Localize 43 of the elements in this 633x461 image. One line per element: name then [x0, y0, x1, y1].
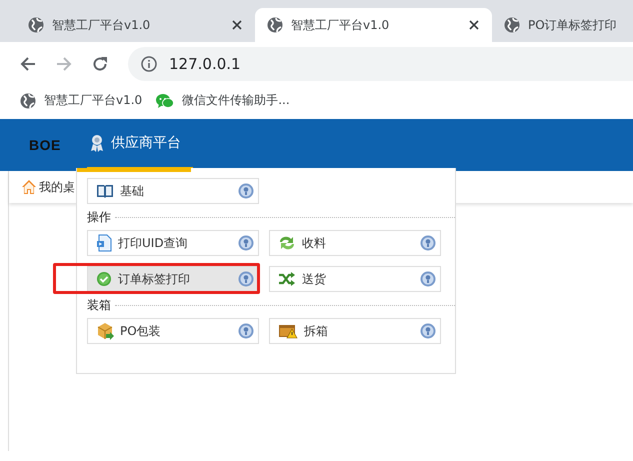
menu-item[interactable]: 收料: [269, 230, 441, 256]
address-bar[interactable]: 127.0.0.1: [128, 46, 633, 80]
refresh-icon: [278, 235, 296, 251]
check-icon: [96, 271, 112, 287]
section-heading: 操作: [87, 208, 111, 226]
browser-tab[interactable]: PO订单标签打印: [492, 8, 633, 42]
desk-tab[interactable]: 我的桌: [9, 178, 75, 196]
globe-icon: [28, 17, 44, 33]
ribbon-icon: [89, 134, 105, 152]
help-icon[interactable]: [238, 323, 254, 339]
logo: BOE: [29, 137, 62, 153]
globe-icon: [504, 17, 520, 33]
warning-box-icon: [278, 323, 298, 339]
close-icon[interactable]: [231, 19, 243, 31]
package-icon: [96, 322, 114, 340]
bookmark[interactable]: 智慧工厂平台v1.0: [20, 92, 142, 109]
help-icon[interactable]: [238, 235, 254, 251]
browser-tab[interactable]: 智慧工厂平台v1.0: [8, 8, 255, 42]
chat-icon: [156, 92, 174, 108]
globe-icon: [20, 92, 36, 108]
bookmark[interactable]: 微信文件传输助手...: [156, 92, 290, 109]
shuffle-icon: [278, 271, 296, 287]
home-icon: [21, 179, 37, 195]
info-icon: [141, 56, 157, 72]
close-icon[interactable]: [468, 19, 480, 31]
menu-item[interactable]: 订单标签打印: [87, 266, 259, 292]
menu-item[interactable]: PO包装: [87, 318, 259, 344]
document-icon: [96, 234, 112, 252]
browser-tab[interactable]: 智慧工厂平台v1.0: [255, 8, 492, 42]
menu-item[interactable]: 打印UID查询: [87, 230, 259, 256]
back-icon[interactable]: [20, 56, 36, 72]
menu-item[interactable]: 拆箱: [269, 318, 441, 344]
help-icon[interactable]: [420, 235, 436, 251]
help-icon[interactable]: [420, 323, 436, 339]
menu-item[interactable]: 基础: [87, 178, 259, 204]
help-icon[interactable]: [420, 271, 436, 287]
help-icon[interactable]: [238, 271, 254, 287]
book-icon: [96, 183, 114, 199]
help-icon[interactable]: [238, 183, 254, 199]
menu-item[interactable]: 送货: [269, 266, 441, 292]
reload-icon[interactable]: [92, 56, 108, 72]
section-heading: 装箱: [87, 296, 111, 314]
globe-icon: [267, 17, 283, 33]
